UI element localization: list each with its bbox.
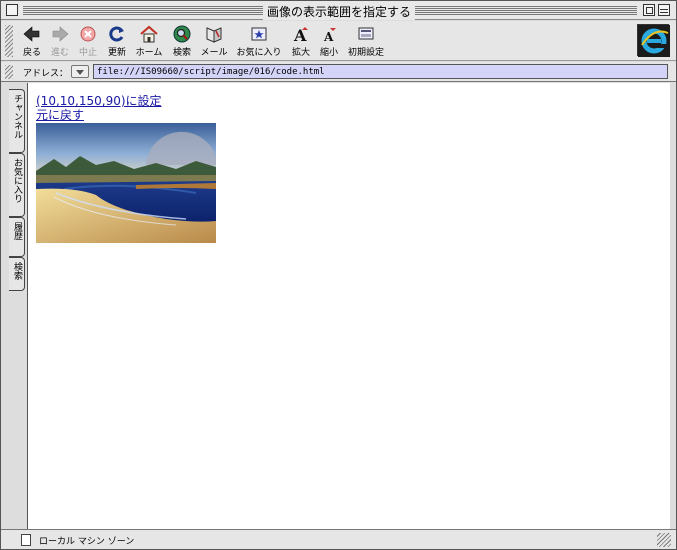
stop-button[interactable]: 中止 — [75, 25, 101, 59]
close-box-icon[interactable] — [6, 4, 18, 16]
zone-icon — [21, 534, 31, 546]
mail-button[interactable]: メール — [199, 25, 229, 59]
collapse-box-icon[interactable] — [658, 4, 670, 16]
tab-search[interactable]: 検索 — [9, 257, 25, 291]
search-icon — [173, 25, 191, 43]
tab-favorites-label: お気に入り — [12, 158, 22, 203]
tab-favorites[interactable]: お気に入り — [9, 153, 25, 217]
address-label: アドレス： — [23, 69, 69, 79]
forward-button[interactable]: 進む — [47, 25, 73, 59]
status-text: ローカル マシン ゾーン — [39, 537, 135, 547]
address-dropdown-icon[interactable] — [71, 65, 89, 78]
address-field[interactable]: file:///IS09660/script/image/016/code.ht… — [93, 64, 668, 79]
explorer-sidebar: チャンネル お気に入り 履歴 検索 — [1, 83, 27, 529]
stop-label: 中止 — [78, 48, 97, 58]
preferences-label: 初期設定 — [347, 48, 384, 58]
address-bar: アドレス： file:///IS09660/script/image/016/c… — [1, 62, 676, 82]
favorites-button[interactable]: お気に入り — [235, 25, 283, 59]
refresh-button[interactable]: 更新 — [103, 25, 131, 59]
tab-channels-label: チャンネル — [12, 94, 22, 139]
resize-handle-icon[interactable] — [657, 533, 671, 547]
preferences-button[interactable]: 初期設定 — [345, 25, 387, 59]
forward-arrow-icon — [52, 26, 69, 42]
address-grip[interactable] — [5, 65, 13, 79]
tab-history[interactable]: 履歴 — [9, 217, 25, 257]
text-smaller-label: 縮小 — [319, 48, 338, 58]
toolbar: 戻る 進む 中止 更新 ホーム 検索 メール お気に入り A 拡大 A 縮小 初… — [1, 21, 676, 61]
title-stripes — [415, 6, 637, 15]
set-clip-link[interactable]: (10,10,150,90)に設定 — [36, 94, 162, 108]
beach-landscape-image — [36, 123, 216, 243]
home-button[interactable]: ホーム — [133, 25, 165, 59]
stop-icon — [80, 26, 96, 42]
home-label: ホーム — [135, 48, 163, 58]
refresh-icon — [109, 26, 124, 42]
text-smaller-icon: A — [323, 28, 336, 43]
mail-label: メール — [200, 48, 228, 58]
preferences-icon — [358, 27, 374, 40]
tab-history-label: 履歴 — [12, 222, 22, 240]
favorites-label: お気に入り — [236, 48, 282, 58]
search-label: 検索 — [172, 48, 191, 58]
zoom-box-icon[interactable] — [643, 4, 655, 16]
text-larger-label: 拡大 — [291, 48, 310, 58]
browser-window: 画像の表示範囲を指定する 戻る 進む 中止 更新 ホーム 検索 メール お気に入… — [0, 0, 677, 550]
home-icon — [140, 25, 158, 43]
status-bar: ローカル マシン ゾーン — [1, 529, 676, 549]
back-label: 戻る — [22, 48, 41, 58]
title-bar[interactable]: 画像の表示範囲を指定する — [1, 1, 676, 20]
favorites-icon — [251, 27, 267, 41]
back-arrow-icon — [23, 26, 40, 42]
tab-search-label: 検索 — [12, 262, 22, 280]
title-stripes — [23, 6, 263, 15]
refresh-label: 更新 — [107, 48, 126, 58]
forward-label: 進む — [50, 48, 69, 58]
window-title: 画像の表示範囲を指定する — [263, 3, 415, 20]
toolbar-grip[interactable] — [5, 25, 13, 57]
reset-link[interactable]: 元に戻す — [36, 108, 84, 122]
back-button[interactable]: 戻る — [19, 25, 45, 59]
text-larger-icon: A — [293, 26, 308, 43]
tab-channels[interactable]: チャンネル — [9, 89, 25, 153]
search-button[interactable]: 検索 — [169, 25, 195, 59]
page-content: (10,10,150,90)に設定 元に戻す — [27, 83, 670, 529]
internet-explorer-logo — [637, 24, 670, 57]
text-larger-button[interactable]: A 拡大 — [289, 25, 313, 59]
ie-e-icon — [638, 25, 670, 57]
svg-text:A: A — [323, 30, 334, 43]
mail-icon — [206, 27, 222, 43]
text-smaller-button[interactable]: A 縮小 — [317, 25, 341, 59]
right-edge — [670, 83, 676, 529]
